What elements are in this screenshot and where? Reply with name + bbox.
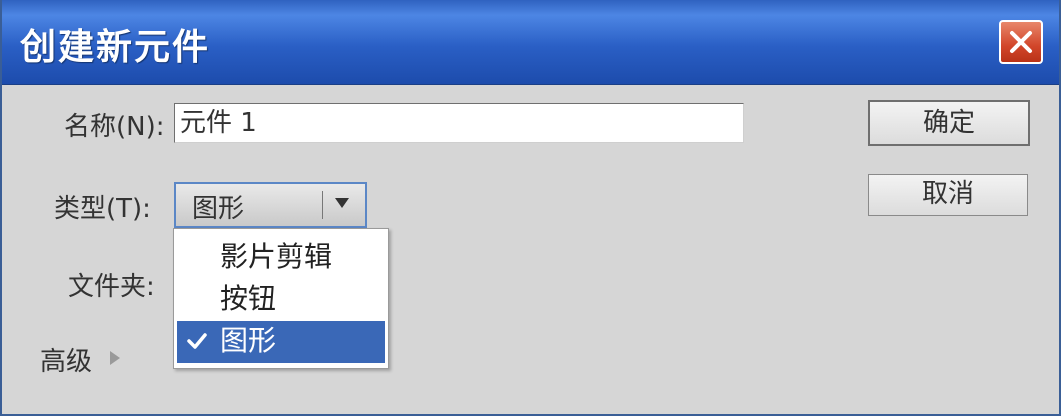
type-label: 类型(T): [54, 194, 151, 224]
name-input[interactable]: 元件 1 [174, 103, 744, 143]
option-label: 图形 [220, 324, 277, 357]
dropdown-option-button[interactable]: 按钮 [177, 279, 385, 321]
option-label: 影片剪辑 [220, 240, 333, 273]
type-select-value: 图形 [192, 194, 245, 224]
create-symbol-dialog: 创建新元件 名称(N): 元件 1 确定 取消 类型(T): 图形 文件夹: 高… [0, 0, 1061, 416]
dialog-title: 创建新元件 [20, 27, 211, 68]
dropdown-option-graphic[interactable]: 图形 [177, 321, 385, 363]
expand-arrow-icon[interactable] [108, 349, 122, 367]
title-bar: 创建新元件 [2, 0, 1059, 85]
name-label: 名称(N): [64, 112, 165, 142]
option-label: 按钮 [220, 282, 277, 315]
close-x-icon [1010, 31, 1032, 53]
chevron-down-icon [335, 198, 349, 208]
select-divider [322, 191, 323, 219]
type-dropdown-list: 影片剪辑 按钮 图形 [173, 228, 389, 369]
advanced-label[interactable]: 高级 [40, 341, 92, 378]
checkmark-icon [187, 333, 207, 349]
type-select[interactable]: 图形 [174, 182, 367, 228]
dropdown-option-movie-clip[interactable]: 影片剪辑 [177, 237, 385, 279]
folder-label: 文件夹: [68, 272, 155, 302]
close-button[interactable] [999, 20, 1043, 64]
ok-button[interactable]: 确定 [868, 100, 1030, 146]
cancel-button[interactable]: 取消 [868, 174, 1028, 216]
